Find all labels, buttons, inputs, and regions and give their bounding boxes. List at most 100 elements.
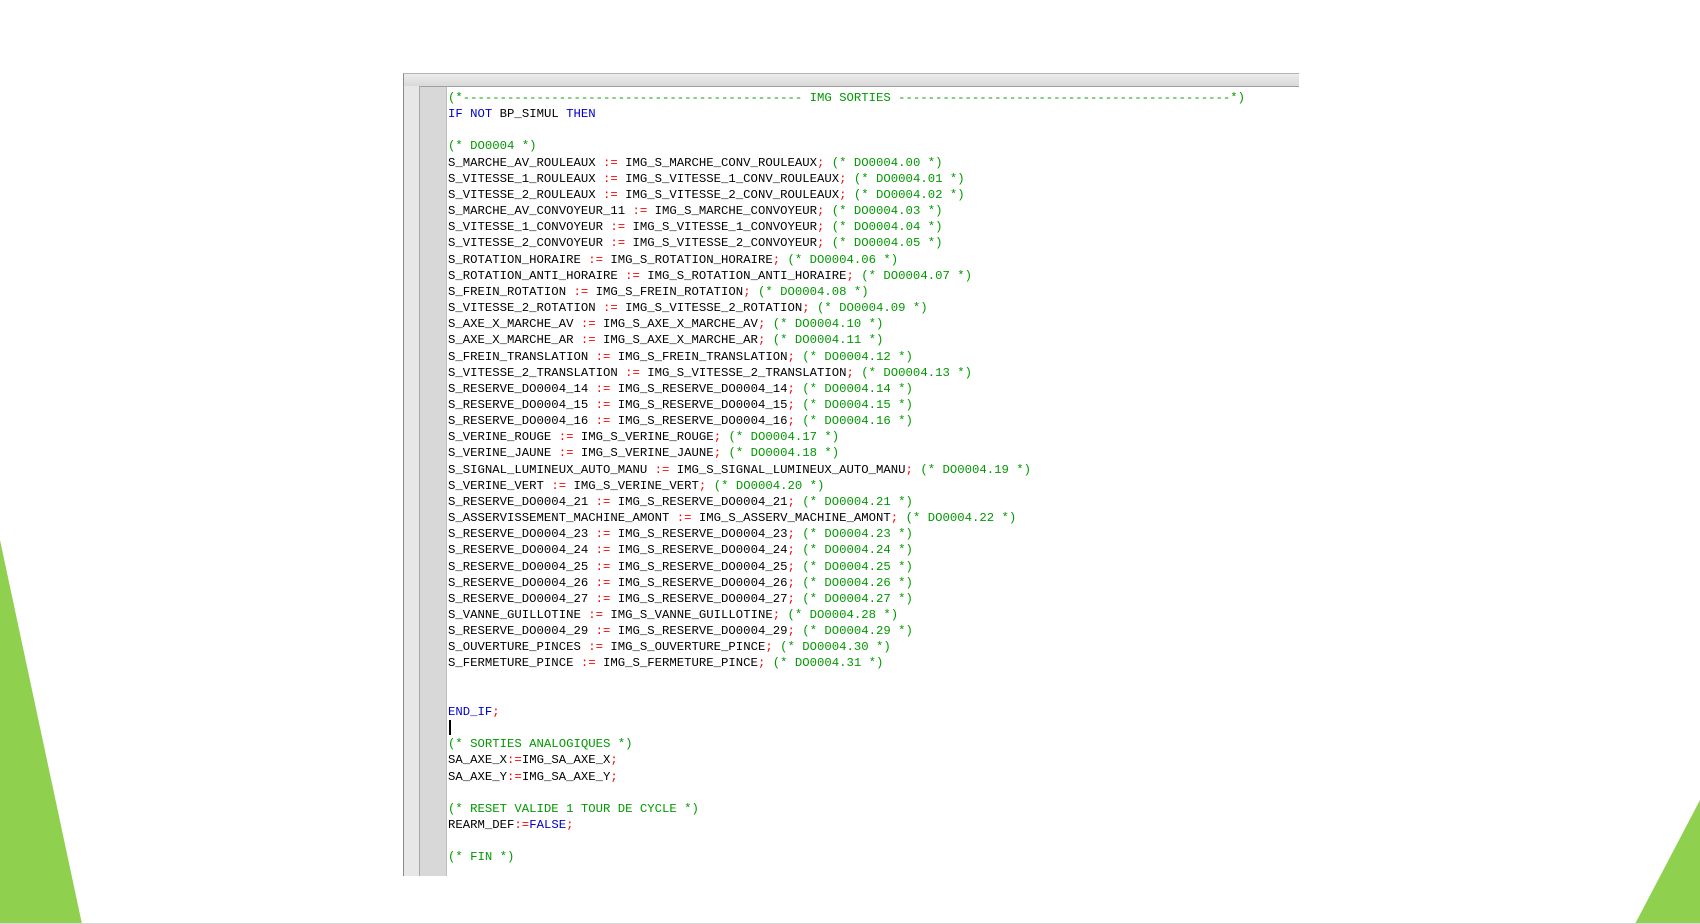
code-line[interactable]: S_VITESSE_2_ROTATION := IMG_S_VITESSE_2_… bbox=[447, 300, 1297, 316]
code-line[interactable]: S_MARCHE_AV_CONVOYEUR_11 := IMG_S_MARCHE… bbox=[447, 203, 1297, 219]
code-token-ident bbox=[824, 220, 831, 234]
code-line[interactable]: S_AXE_X_MARCHE_AR := IMG_S_AXE_X_MARCHE_… bbox=[447, 332, 1297, 348]
code-token-ident: IMG_S_RESERVE_DO0004_16 bbox=[610, 414, 788, 429]
code-line[interactable]: S_VITESSE_1_CONVOYEUR := IMG_S_VITESSE_1… bbox=[447, 219, 1297, 235]
code-token-op: := bbox=[610, 220, 626, 235]
code-line[interactable]: S_VERINE_VERT := IMG_S_VERINE_VERT; (* D… bbox=[447, 478, 1297, 494]
code-token-ident: IMG_S_SIGNAL_LUMINEUX_AUTO_MANU bbox=[669, 462, 906, 477]
code-line[interactable]: S_SIGNAL_LUMINEUX_AUTO_MANU := IMG_S_SIG… bbox=[447, 462, 1297, 478]
code-token-ident: S_RESERVE_DO0004_27 bbox=[448, 591, 596, 606]
code-token-comment: (* DO0004.22 *) bbox=[905, 511, 1017, 526]
code-line[interactable]: S_RESERVE_DO0004_29 := IMG_S_RESERVE_DO0… bbox=[447, 623, 1297, 639]
code-token-op: := bbox=[610, 236, 626, 251]
code-token-op: := bbox=[580, 656, 596, 671]
code-line[interactable]: S_VITESSE_1_ROULEAUX := IMG_S_VITESSE_1_… bbox=[447, 171, 1297, 187]
code-token-comment: (* DO0004 *) bbox=[448, 139, 537, 154]
code-line[interactable]: S_VITESSE_2_TRANSLATION := IMG_S_VITESSE… bbox=[447, 365, 1297, 381]
code-token-ident bbox=[847, 172, 854, 186]
code-line[interactable]: S_RESERVE_DO0004_16 := IMG_S_RESERVE_DO0… bbox=[447, 413, 1297, 429]
code-token-op: := bbox=[625, 268, 640, 283]
code-token-comment: (* DO0004.23 *) bbox=[802, 527, 913, 542]
code-token-ident: S_VITESSE_2_TRANSLATION bbox=[448, 365, 626, 380]
code-token-ident bbox=[824, 236, 831, 250]
code-line[interactable]: SA_AXE_X:=IMG_SA_AXE_X; bbox=[447, 752, 1297, 768]
code-token-op: ; bbox=[610, 769, 618, 784]
code-editor[interactable]: (*--------------------------------------… bbox=[447, 87, 1297, 876]
code-line[interactable] bbox=[447, 833, 1297, 849]
code-token-comment: (* DO0004.09 *) bbox=[817, 301, 928, 316]
code-line[interactable]: S_FREIN_ROTATION := IMG_S_FREIN_ROTATION… bbox=[447, 284, 1297, 300]
code-line[interactable]: IF NOT BP_SIMUL THEN bbox=[447, 106, 1297, 122]
code-line[interactable]: S_ROTATION_HORAIRE := IMG_S_ROTATION_HOR… bbox=[447, 252, 1297, 268]
code-line[interactable]: S_AXE_X_MARCHE_AV := IMG_S_AXE_X_MARCHE_… bbox=[447, 316, 1297, 332]
code-token-comment: (* FIN *) bbox=[448, 850, 515, 865]
code-line[interactable]: S_ROTATION_ANTI_HORAIRE := IMG_S_ROTATIO… bbox=[447, 268, 1297, 284]
code-line[interactable]: SA_AXE_Y:=IMG_SA_AXE_Y; bbox=[447, 769, 1297, 785]
code-token-op: := bbox=[507, 769, 522, 784]
code-line[interactable]: S_VERINE_JAUNE := IMG_S_VERINE_JAUNE; (*… bbox=[447, 445, 1297, 461]
code-line[interactable]: (* RESET VALIDE 1 TOUR DE CYCLE *) bbox=[447, 801, 1297, 817]
code-line[interactable]: S_RESERVE_DO0004_21 := IMG_S_RESERVE_DO0… bbox=[447, 494, 1297, 510]
code-line[interactable]: (* SORTIES ANALOGIQUES *) bbox=[447, 736, 1297, 752]
code-token-comment: (* DO0004.05 *) bbox=[831, 236, 943, 251]
code-line[interactable]: (*--------------------------------------… bbox=[447, 90, 1297, 106]
code-line[interactable]: S_FREIN_TRANSLATION := IMG_S_FREIN_TRANS… bbox=[447, 349, 1297, 365]
green-triangle-left bbox=[0, 540, 82, 924]
code-token-ident: S_VITESSE_2_ROTATION bbox=[448, 301, 603, 316]
code-lines: (*--------------------------------------… bbox=[447, 87, 1297, 866]
code-token-op: := bbox=[558, 430, 574, 445]
code-token-op: ; bbox=[492, 704, 500, 719]
code-token-comment: (* DO0004.15 *) bbox=[802, 397, 913, 412]
code-token-ident: S_AXE_X_MARCHE_AR bbox=[448, 333, 581, 348]
code-token-ident: IMG_S_AXE_X_MARCHE_AR bbox=[595, 333, 758, 348]
code-line[interactable]: S_RESERVE_DO0004_23 := IMG_S_RESERVE_DO0… bbox=[447, 526, 1297, 542]
code-line[interactable]: S_RESERVE_DO0004_24 := IMG_S_RESERVE_DO0… bbox=[447, 542, 1297, 558]
code-token-comment: (* DO0004.18 *) bbox=[728, 446, 840, 461]
code-token-op: ; bbox=[787, 591, 795, 606]
code-token-comment: (* DO0004.00 *) bbox=[831, 155, 943, 170]
code-token-ident: IMG_S_FREIN_TRANSLATION bbox=[610, 349, 788, 364]
code-line[interactable] bbox=[447, 122, 1297, 138]
code-token-op: := bbox=[588, 640, 603, 655]
editor-margin bbox=[420, 87, 447, 876]
code-token-comment: (* DO0004.14 *) bbox=[802, 381, 913, 396]
code-token-op: := bbox=[558, 446, 574, 461]
code-token-op: ; bbox=[839, 171, 847, 186]
code-token-op: := bbox=[595, 397, 611, 412]
code-line[interactable] bbox=[447, 720, 1297, 736]
code-line[interactable]: S_RESERVE_DO0004_25 := IMG_S_RESERVE_DO0… bbox=[447, 559, 1297, 575]
code-token-ident: S_SIGNAL_LUMINEUX_AUTO_MANU bbox=[448, 462, 655, 477]
code-token-op: ; bbox=[713, 446, 722, 461]
code-token-op: := bbox=[551, 478, 567, 493]
code-line[interactable]: S_RESERVE_DO0004_26 := IMG_S_RESERVE_DO0… bbox=[447, 575, 1297, 591]
code-token-ident: S_ROTATION_ANTI_HORAIRE bbox=[448, 268, 626, 283]
code-line[interactable]: S_VANNE_GUILLOTINE := IMG_S_VANNE_GUILLO… bbox=[447, 607, 1297, 623]
code-token-ident: IMG_S_VITESSE_2_CONVOYEUR bbox=[625, 236, 818, 251]
code-line[interactable]: S_MARCHE_AV_ROULEAUX := IMG_S_MARCHE_CON… bbox=[447, 155, 1297, 171]
code-token-ident: IMG_S_RESERVE_DO0004_25 bbox=[610, 559, 788, 574]
code-line[interactable]: S_VITESSE_2_ROULEAUX := IMG_S_VITESSE_2_… bbox=[447, 187, 1297, 203]
code-line[interactable]: REARM_DEF:=FALSE; bbox=[447, 817, 1297, 833]
code-token-ident: IMG_S_VERINE_VERT bbox=[566, 478, 699, 493]
code-line[interactable]: S_OUVERTURE_PINCES := IMG_S_OUVERTURE_PI… bbox=[447, 639, 1297, 655]
code-line[interactable]: S_VERINE_ROUGE := IMG_S_VERINE_ROUGE; (*… bbox=[447, 429, 1297, 445]
code-token-kw: FALSE bbox=[529, 818, 567, 833]
code-line[interactable] bbox=[447, 672, 1297, 688]
code-line[interactable]: S_RESERVE_DO0004_27 := IMG_S_RESERVE_DO0… bbox=[447, 591, 1297, 607]
code-line[interactable]: END_IF; bbox=[447, 704, 1297, 720]
code-token-ident: IMG_SA_AXE_X bbox=[521, 753, 611, 768]
code-token-ident: IMG_S_RESERVE_DO0004_27 bbox=[610, 591, 788, 606]
code-token-op: := bbox=[654, 462, 670, 477]
code-line[interactable] bbox=[447, 688, 1297, 704]
code-line[interactable]: S_ASSERVISSEMENT_MACHINE_AMONT := IMG_S_… bbox=[447, 510, 1297, 526]
code-line[interactable]: S_VITESSE_2_CONVOYEUR := IMG_S_VITESSE_2… bbox=[447, 235, 1297, 251]
code-line[interactable] bbox=[447, 785, 1297, 801]
code-line[interactable]: S_RESERVE_DO0004_15 := IMG_S_RESERVE_DO0… bbox=[447, 397, 1297, 413]
code-token-ident: S_VITESSE_1_ROULEAUX bbox=[448, 171, 603, 186]
code-line[interactable]: S_RESERVE_DO0004_14 := IMG_S_RESERVE_DO0… bbox=[447, 381, 1297, 397]
code-token-comment: (* SORTIES ANALOGIQUES *) bbox=[448, 737, 633, 752]
code-line[interactable]: (* DO0004 *) bbox=[447, 138, 1297, 154]
code-token-comment: (* DO0004.10 *) bbox=[772, 317, 884, 332]
code-line[interactable]: S_FERMETURE_PINCE := IMG_S_FERMETURE_PIN… bbox=[447, 655, 1297, 671]
code-line[interactable]: (* FIN *) bbox=[447, 849, 1297, 865]
